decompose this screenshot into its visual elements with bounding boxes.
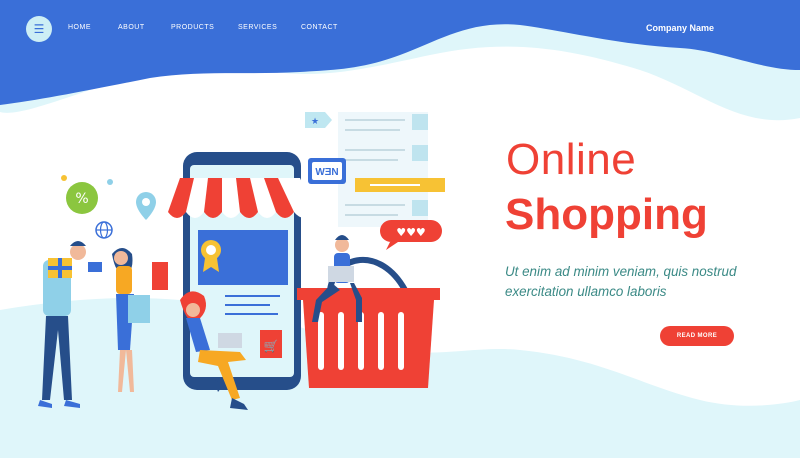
percent-icon: % (66, 182, 98, 214)
man-with-gift (38, 241, 102, 408)
location-pin-icon (136, 192, 156, 220)
shopping-bag (152, 262, 168, 290)
hero-title-line2: Shopping (505, 190, 708, 239)
new-badge: WƎN (308, 158, 346, 184)
heart-bubble: ♥♥♥ (380, 220, 442, 250)
hero-subtitle: Ut enim ad minim veniam, quis nostrud ex… (505, 264, 737, 299)
star-tag-icon: ★ (305, 112, 332, 128)
globe-icon (95, 221, 113, 239)
heart-icon: ♥♥♥ (396, 226, 426, 239)
shop-awning (168, 178, 315, 218)
svg-text:%: % (75, 191, 88, 207)
read-more-button[interactable]: READ MORE (660, 326, 734, 346)
svg-text:🛒: 🛒 (264, 339, 279, 353)
shopping-basket (297, 257, 440, 388)
credit-card (88, 262, 102, 272)
woman-with-bags (112, 248, 168, 392)
landing-page: ☰ HOME ABOUT PRODUCTS SERVICES CONTACT C… (0, 0, 800, 458)
svg-text:WƎN: WƎN (315, 167, 338, 178)
svg-text:★: ★ (311, 117, 319, 127)
hero-title-line1: Online (506, 135, 637, 184)
shopping-bag-blue (128, 295, 150, 323)
checklist-panel (338, 112, 428, 227)
